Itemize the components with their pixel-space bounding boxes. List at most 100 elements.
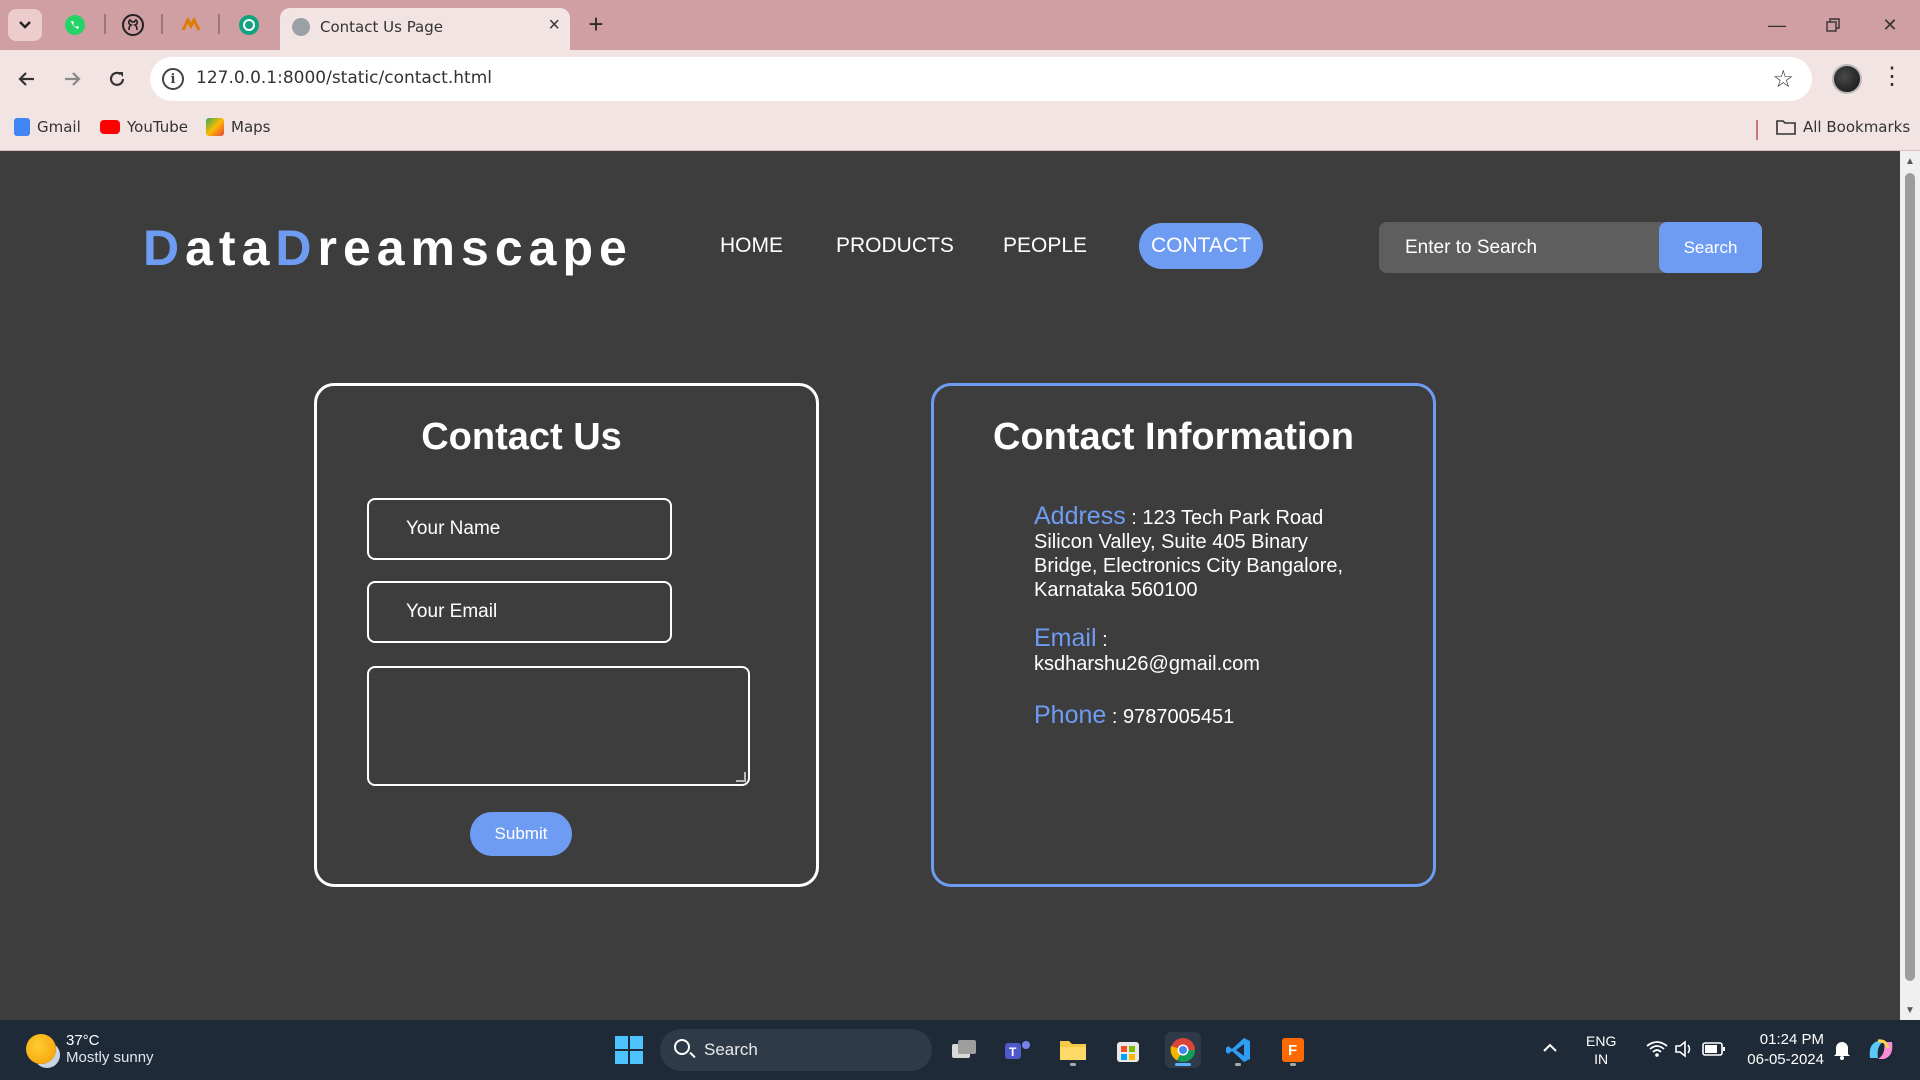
email-field[interactable]: Your Email [367, 581, 672, 643]
bookmark-star-icon[interactable]: ☆ [1772, 65, 1794, 94]
weather-temp: 37°C [66, 1032, 100, 1049]
bookmark-maps[interactable]: Maps [206, 118, 270, 136]
teams-icon: T [1005, 1041, 1030, 1059]
nav-products[interactable]: PRODUCTS [824, 223, 966, 269]
bookmark-youtube[interactable]: YouTube [100, 118, 188, 136]
name-field[interactable]: Your Name [367, 498, 672, 560]
more-options-icon[interactable]: ⋮ [1880, 62, 1904, 91]
address-bar[interactable]: i 127.0.0.1:8000/static/contact.html ☆ [150, 57, 1812, 101]
browser-tab-bar: Contact Us Page × + — ✕ [0, 0, 1920, 50]
taskbar-search-label: Search [704, 1040, 758, 1059]
taskbar-chrome[interactable] [1165, 1032, 1201, 1068]
all-bookmarks-button[interactable]: All Bookmarks [1776, 118, 1910, 136]
bookmarks-divider [1756, 120, 1758, 140]
weather-desc: Mostly sunny [66, 1049, 154, 1066]
reload-button[interactable] [102, 64, 132, 94]
pinned-tab-whatsapp[interactable] [62, 12, 88, 38]
logo-text: reamscape [317, 220, 633, 276]
page-scrollbar[interactable]: ▲ ▼ [1900, 151, 1920, 1020]
close-icon[interactable]: × [548, 14, 560, 37]
search-input[interactable] [1379, 222, 1659, 273]
svg-text:T: T [1009, 1045, 1017, 1059]
pinned-tab-chatgpt[interactable] [236, 12, 262, 38]
store-icon [1117, 1042, 1139, 1062]
contact-form-title: Contact Us [421, 416, 622, 458]
svg-text:F: F [1288, 1042, 1297, 1059]
phone-block: Phone : 9787005451 [1034, 701, 1235, 729]
nav-contact[interactable]: CONTACT [1139, 223, 1263, 269]
maps-icon [206, 118, 224, 136]
logo-letter: D [275, 220, 318, 276]
contact-info-card: Contact Information Address : 123 Tech P… [931, 383, 1436, 887]
active-indicator [1175, 1063, 1191, 1066]
taskbar-file-explorer[interactable] [1055, 1032, 1091, 1068]
restore-icon [1826, 18, 1840, 32]
back-button[interactable] [12, 64, 42, 94]
taskbar-teams[interactable]: T [1000, 1032, 1036, 1068]
weather-widget[interactable]: 37°C Mostly sunny [26, 1032, 154, 1066]
wifi-icon[interactable] [1646, 1040, 1668, 1058]
site-info-icon[interactable]: i [162, 68, 184, 90]
submit-button[interactable]: Submit [470, 812, 572, 856]
taskbar-vscode[interactable] [1220, 1032, 1256, 1068]
folder-icon [1060, 1041, 1086, 1060]
chevron-up-icon[interactable] [1542, 1042, 1558, 1054]
start-button[interactable] [611, 1032, 647, 1068]
vscode-icon [1226, 1038, 1250, 1062]
all-bookmarks-label: All Bookmarks [1803, 118, 1911, 136]
bookmark-label: Gmail [37, 118, 81, 136]
folder-icon [1776, 120, 1796, 135]
clock-date: 06-05-2024 [1747, 1051, 1824, 1068]
battery-icon[interactable] [1702, 1042, 1726, 1056]
email-value[interactable]: ksdharshu26@gmail.com [1034, 653, 1260, 675]
youtube-icon [100, 120, 120, 134]
windows-taskbar: 37°C Mostly sunny Search T F ENG IN 01:2… [0, 1020, 1920, 1080]
app-f-icon: F [1282, 1038, 1304, 1062]
language-code: ENG [1586, 1033, 1617, 1049]
taskbar-fl-studio[interactable]: F [1275, 1032, 1311, 1068]
volume-icon[interactable] [1674, 1040, 1694, 1058]
profile-avatar[interactable] [1832, 64, 1862, 94]
nav-home[interactable]: HOME [708, 223, 795, 269]
search-button[interactable]: Search [1659, 222, 1762, 273]
copilot-icon[interactable] [1866, 1036, 1896, 1064]
taskbar-store[interactable] [1110, 1032, 1146, 1068]
running-indicator [1235, 1063, 1241, 1066]
url-text[interactable]: 127.0.0.1:8000/static/contact.html [196, 68, 492, 88]
task-view-icon [952, 1040, 976, 1058]
address-block: Address : 123 Tech Park Road Silicon Val… [1034, 502, 1344, 602]
tab-contact-us[interactable]: Contact Us Page × [280, 8, 570, 50]
site-search: Search [1379, 222, 1762, 273]
restore-button[interactable] [1813, 10, 1853, 40]
pinned-tab-github[interactable] [120, 12, 146, 38]
nav-people[interactable]: PEOPLE [991, 223, 1099, 269]
scroll-down-icon[interactable]: ▼ [1905, 1005, 1915, 1016]
resize-handle[interactable] [736, 772, 746, 782]
new-tab-button[interactable]: + [582, 9, 610, 39]
tab-title: Contact Us Page [320, 18, 444, 36]
message-textarea[interactable] [367, 666, 750, 786]
email-label: Email [1034, 624, 1097, 652]
site-logo[interactable]: DataDreamscape [143, 219, 633, 277]
notification-bell-icon[interactable] [1833, 1040, 1851, 1060]
tab-search-button[interactable] [8, 9, 42, 41]
app-logo-icon [181, 16, 201, 31]
bookmark-gmail[interactable]: Gmail [14, 118, 81, 136]
browser-toolbar: i 127.0.0.1:8000/static/contact.html ☆ ⋮ [0, 50, 1920, 108]
chatgpt-icon [239, 15, 259, 35]
minimize-button[interactable]: — [1757, 10, 1797, 40]
taskbar-search[interactable]: Search [660, 1029, 932, 1071]
bookmarks-bar: Gmail YouTube Maps All Bookmarks [0, 108, 1920, 151]
scroll-up-icon[interactable]: ▲ [1905, 156, 1915, 167]
language-indicator[interactable]: ENG IN [1586, 1032, 1616, 1068]
close-window-button[interactable]: ✕ [1870, 10, 1910, 40]
taskbar-task-view[interactable] [946, 1032, 982, 1068]
scrollbar-thumb[interactable] [1905, 173, 1915, 981]
pinned-tab-app[interactable] [178, 12, 204, 38]
taskbar-clock[interactable]: 01:24 PM 06-05-2024 [1738, 1030, 1824, 1070]
bookmark-label: YouTube [127, 118, 188, 136]
forward-button[interactable] [57, 64, 87, 94]
arrow-left-icon [18, 72, 34, 86]
tab-divider [161, 14, 163, 34]
partly-sunny-icon [26, 1034, 56, 1064]
